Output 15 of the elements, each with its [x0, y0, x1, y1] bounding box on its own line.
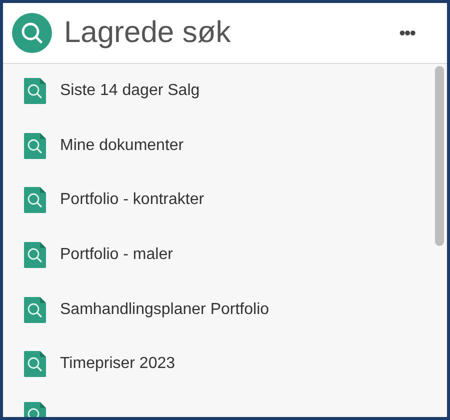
search-icon: [12, 13, 52, 53]
search-document-icon: [24, 296, 46, 323]
search-document-icon: [24, 242, 46, 268]
panel-title: Lagrede søk: [64, 18, 231, 48]
search-document-icon: [24, 132, 46, 159]
search-document-icon: [24, 187, 46, 214]
saved-search-item[interactable]: Siste 14 dager Salg: [3, 64, 433, 119]
saved-search-item[interactable]: Timepriser 2023: [3, 336, 433, 392]
saved-search-item[interactable]: Samhandlingsplaner Portfolio: [3, 282, 433, 337]
search-document-icon: [24, 78, 46, 104]
saved-search-item[interactable]: Mine dokumenter: [3, 118, 433, 174]
saved-search-item[interactable]: Portfolio - kontrakter: [3, 173, 433, 228]
more-button[interactable]: •••: [399, 24, 415, 42]
saved-search-item[interactable]: Portfolio - maler: [3, 228, 433, 282]
search-document-icon: [24, 351, 46, 378]
